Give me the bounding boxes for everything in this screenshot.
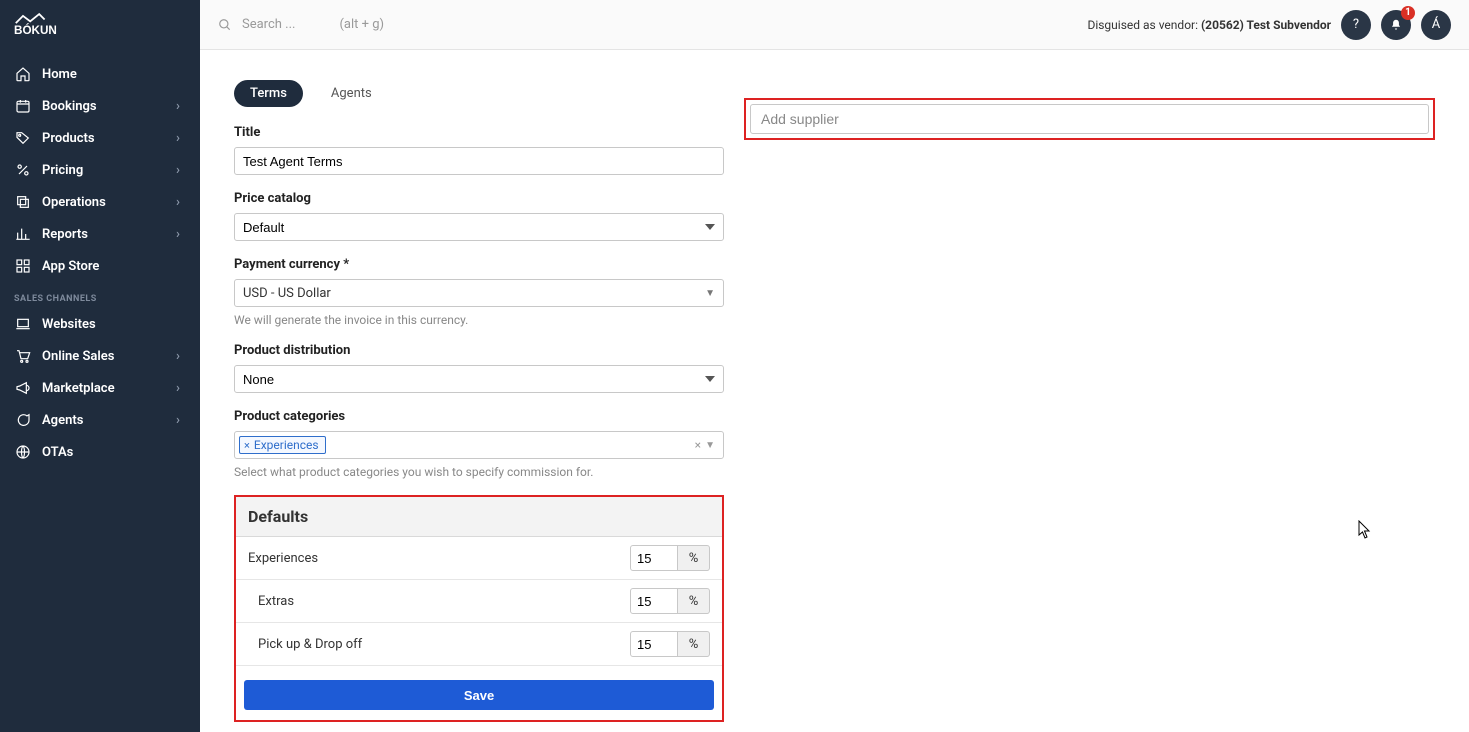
defaults-row-name: Pick up & Drop off [248,637,630,652]
calendar-icon [14,97,32,115]
categories-select[interactable]: × Experiences × ▼ [234,431,724,459]
home-icon [14,65,32,83]
main: Search ... (alt + g) Disguised as vendor… [200,0,1469,732]
defaults-header: Defaults [236,497,722,537]
add-supplier-panel [744,98,1435,140]
sidebar-item-products[interactable]: Products › [0,122,200,154]
notification-badge: 1 [1401,6,1415,20]
title-label: Title [234,125,724,140]
sidebar-item-label: Bookings [42,99,176,114]
title-input[interactable] [234,147,724,175]
sidebar-item-home[interactable]: Home [0,58,200,90]
search-shortcut: (alt + g) [339,17,384,32]
chevron-right-icon: › [176,99,186,114]
globe-icon [14,443,32,461]
search-icon [218,18,232,32]
tabs: Terms Agents [234,80,724,107]
chevron-right-icon: › [176,163,186,178]
tab-terms[interactable]: Terms [234,80,303,107]
search-placeholder: Search ... [242,17,295,32]
categories-label: Product categories [234,409,724,424]
commission-input[interactable] [630,545,678,571]
chevron-down-icon: ▼ [705,440,715,451]
chevron-right-icon: › [176,227,186,242]
clear-icon[interactable]: × [695,438,701,452]
save-button[interactable]: Save [244,680,714,710]
percent-unit: % [678,631,710,657]
sidebar-item-label: Products [42,131,176,146]
svg-text:BÓKUN: BÓKUN [14,24,57,36]
categories-help: Select what product categories you wish … [234,465,724,479]
chevron-down-icon: ▼ [705,288,715,299]
sidebar-item-appstore[interactable]: App Store [0,250,200,282]
sidebar-section-label: SALES CHANNELS [0,282,200,308]
percent-unit: % [678,545,710,571]
topbar: Search ... (alt + g) Disguised as vendor… [200,0,1469,50]
sidebar-item-otas[interactable]: OTAs [0,436,200,468]
category-tag[interactable]: × Experiences [239,436,326,454]
sidebar-item-marketplace[interactable]: Marketplace › [0,372,200,404]
chevron-right-icon: › [176,381,186,396]
commission-input[interactable] [630,631,678,657]
laptop-icon [14,315,32,333]
chart-icon [14,225,32,243]
cart-icon [14,347,32,365]
sidebar-item-label: Websites [42,317,186,332]
defaults-row: Pick up & Drop off % [236,623,722,666]
sidebar-item-label: OTAs [42,445,186,460]
sidebar-item-label: Home [42,67,186,82]
sidebar-item-label: Reports [42,227,176,242]
catalog-select[interactable]: Default [234,213,724,241]
help-button[interactable]: ? [1341,10,1371,40]
sidebar-item-label: Operations [42,195,176,210]
sidebar-item-label: Marketplace [42,381,176,396]
brand-logo: BÓKUN [0,0,200,58]
sidebar-item-websites[interactable]: Websites [0,308,200,340]
tag-icon [14,129,32,147]
disguised-vendor-text: Disguised as vendor: (20562) Test Subven… [1087,18,1331,32]
commission-input[interactable] [630,588,678,614]
chevron-right-icon: › [176,131,186,146]
sidebar: BÓKUN Home Bookings › Products › Pricing… [0,0,200,732]
footer: Powered by BÓKUN [234,722,1435,732]
defaults-row-name: Experiences [248,551,630,566]
add-supplier-input[interactable] [750,104,1429,134]
defaults-row: Extras % [236,580,722,623]
chevron-right-icon: › [176,413,186,428]
grid-icon [14,257,32,275]
chat-icon [14,411,32,429]
currency-select[interactable]: USD - US Dollar ▼ [234,279,724,307]
sidebar-item-label: Pricing [42,163,176,178]
defaults-panel: Defaults Experiences % Extras [234,495,724,722]
sidebar-item-reports[interactable]: Reports › [0,218,200,250]
sidebar-item-pricing[interactable]: Pricing › [0,154,200,186]
percent-icon [14,161,32,179]
defaults-row-name: Extras [248,594,630,609]
sidebar-item-agents[interactable]: Agents › [0,404,200,436]
megaphone-icon [14,379,32,397]
distribution-label: Product distribution [234,343,724,358]
search[interactable]: Search ... (alt + g) [218,17,384,32]
chevron-right-icon: › [176,195,186,210]
sidebar-item-label: Agents [42,413,176,428]
sidebar-item-operations[interactable]: Operations › [0,186,200,218]
percent-unit: % [678,588,710,614]
distribution-select[interactable]: None [234,365,724,393]
remove-tag-icon[interactable]: × [244,439,250,452]
currency-label: Payment currency * [234,257,724,272]
copy-icon [14,193,32,211]
sidebar-item-online-sales[interactable]: Online Sales › [0,340,200,372]
sidebar-item-label: Online Sales [42,349,176,364]
catalog-label: Price catalog [234,191,724,206]
sidebar-item-label: App Store [42,259,186,274]
chevron-right-icon: › [176,349,186,364]
tab-agents[interactable]: Agents [315,80,388,107]
currency-help: We will generate the invoice in this cur… [234,313,724,327]
content: Terms Agents Title Price catalog Default [200,50,1469,732]
sidebar-item-bookings[interactable]: Bookings › [0,90,200,122]
avatar-button[interactable]: Á [1421,10,1451,40]
defaults-row: Experiences % [236,537,722,580]
notifications-button[interactable]: 1 [1381,10,1411,40]
